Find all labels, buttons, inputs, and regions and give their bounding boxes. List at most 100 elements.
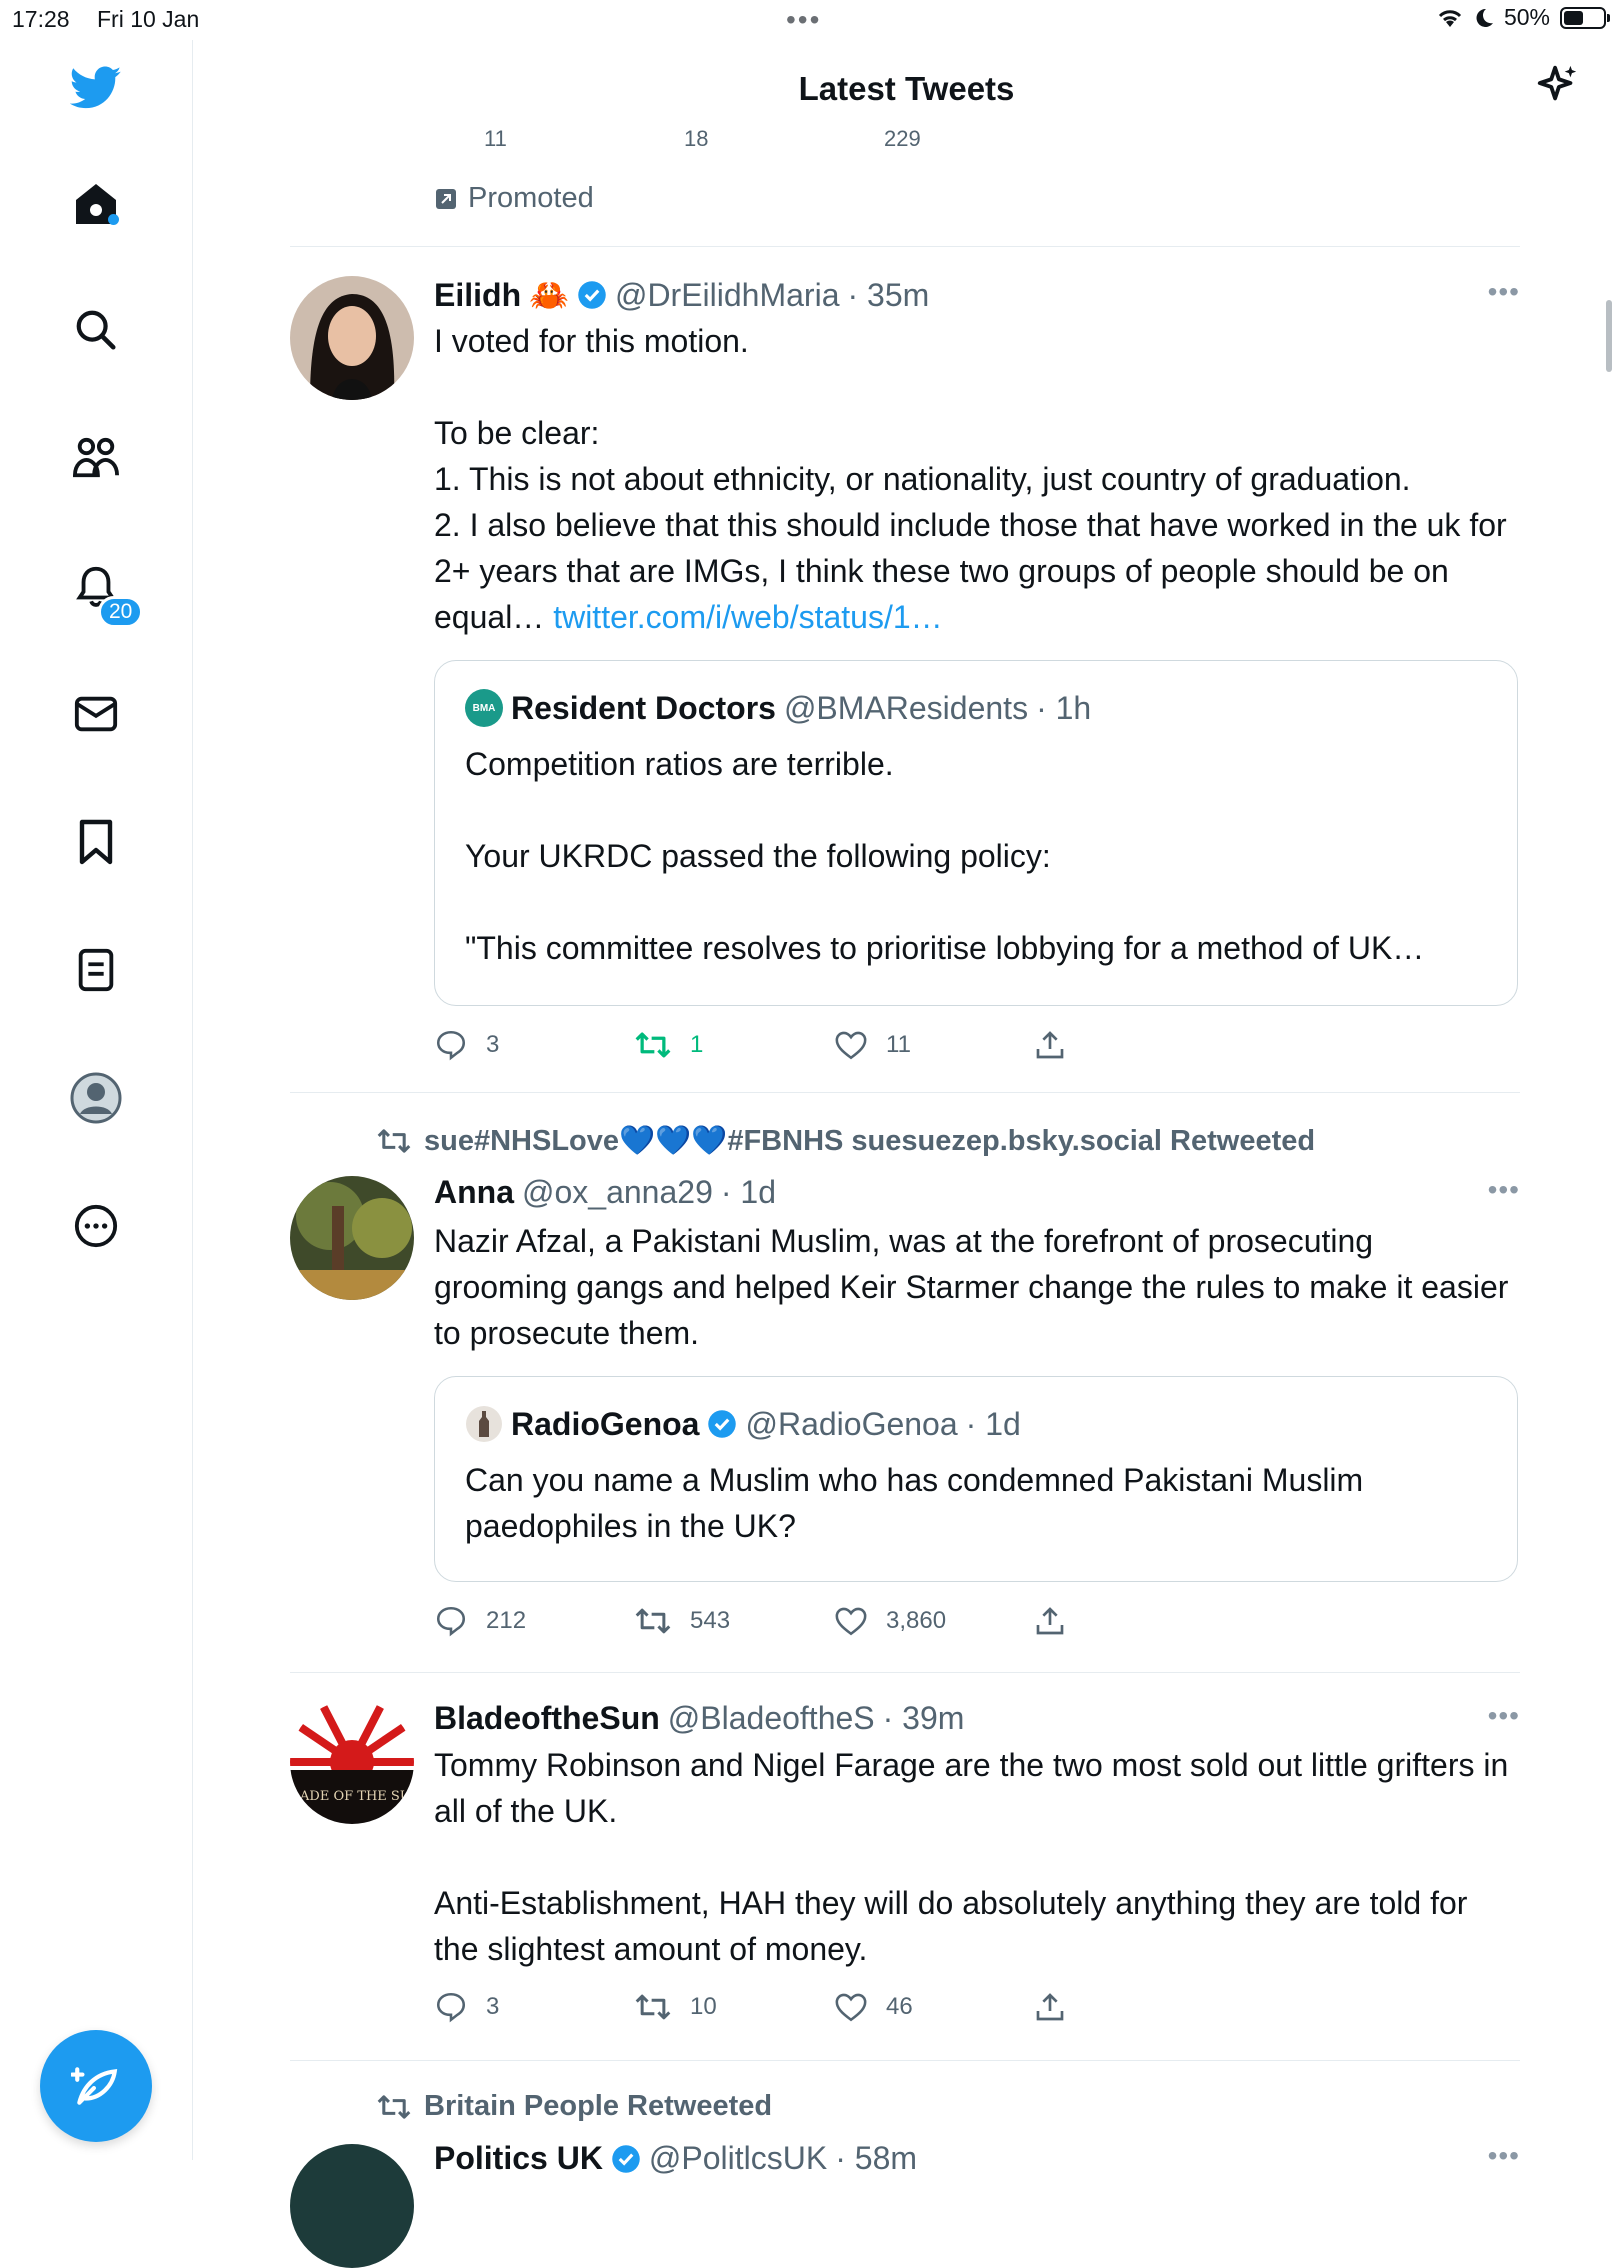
retweet-count: 543: [690, 1607, 731, 1634]
retweet-icon: [635, 1994, 671, 2020]
status-bar: 17:28 Fri 10 Jan ••• 50%: [0, 0, 1620, 40]
share-button[interactable]: [1034, 1028, 1234, 1062]
quoted-tweet[interactable]: BMA Resident Doctors @BMAResidents · 1h …: [434, 660, 1518, 1006]
avatar[interactable]: BLADE OF THE SUN: [290, 1700, 414, 1824]
reply-icon: [436, 1992, 466, 2023]
status-time: 17:28: [12, 6, 70, 32]
quote-author-name[interactable]: RadioGenoa: [511, 1406, 699, 1443]
reply-button[interactable]: 212: [434, 1604, 634, 1638]
like-count: 3,860: [886, 1607, 947, 1634]
author-handle[interactable]: @DrEilidhMaria: [615, 277, 840, 314]
notifications-badge: 20: [98, 596, 144, 628]
wifi-icon: [1438, 9, 1462, 27]
share-icon: [1036, 1993, 1064, 2021]
author-handle[interactable]: @BladeoftheS: [668, 1700, 875, 1737]
sparkle-icon[interactable]: [1534, 62, 1580, 113]
verified-icon: [708, 1410, 737, 1438]
home-icon[interactable]: [60, 168, 132, 240]
retweeted-by[interactable]: Britain People Retweeted: [376, 2090, 772, 2123]
tweet-header: Anna @ox_anna29 · 1d: [434, 1174, 776, 1211]
more-options-icon[interactable]: •••: [1488, 1700, 1520, 1732]
retweet-icon: [377, 2094, 411, 2119]
like-icon: [835, 1031, 867, 1060]
reply-count: 212: [486, 1607, 527, 1634]
avatar[interactable]: [290, 2144, 414, 2268]
tweet-text: I voted for this motion. To be clear: 1.…: [434, 318, 1514, 640]
tweet-divider: [290, 2060, 1520, 2061]
tweet-time: · 39m: [882, 1700, 965, 1736]
tweet-actions: 3 1 11: [434, 1028, 1234, 1062]
tweet-header: Politics UK @PolitlcsUK · 58m: [434, 2140, 917, 2177]
retweet-button[interactable]: 10: [634, 1990, 834, 2024]
scrollbar[interactable]: [1606, 300, 1612, 372]
retweet-button[interactable]: 543: [634, 1604, 834, 1638]
quote-author-name[interactable]: Resident Doctors: [511, 690, 776, 727]
tweet-header: Eilidh 🦀 @DrEilidhMaria · 35m: [434, 276, 929, 314]
retweet-icon: [635, 1608, 671, 1634]
moon-icon: [1476, 8, 1493, 27]
tweet-text: Tommy Robinson and Nigel Farage are the …: [434, 1747, 1509, 1967]
quote-time: · 1h: [1036, 689, 1092, 726]
tweet-divider: [290, 246, 1520, 247]
quote-author-handle[interactable]: @RadioGenoa: [745, 1406, 957, 1443]
author-name[interactable]: Politics UK: [434, 2140, 603, 2177]
share-button[interactable]: [1034, 1604, 1234, 1638]
retweet-count: 10: [690, 1993, 717, 2020]
author-name[interactable]: Eilidh: [434, 277, 521, 314]
sidebar: 20: [0, 40, 193, 2160]
reply-count: 11: [484, 126, 507, 151]
quote-time: · 1d: [965, 1405, 1021, 1442]
reply-button[interactable]: 3: [434, 1990, 634, 2024]
battery-percent: 50%: [1503, 4, 1550, 30]
compose-icon: [71, 2067, 118, 2105]
tweet-header: BladeoftheSun @BladeoftheS · 39m: [434, 1700, 964, 1737]
tweet-divider: [290, 1672, 1520, 1673]
like-count: 11: [886, 1031, 911, 1058]
more-options-icon[interactable]: •••: [1488, 276, 1520, 308]
author-handle[interactable]: @ox_anna29: [522, 1174, 713, 1211]
lists-icon[interactable]: [60, 934, 132, 1006]
tweet-link[interactable]: twitter.com/i/web/status/1…: [553, 599, 942, 635]
tweet-actions: 212 543 3,860: [434, 1604, 1234, 1638]
quote-text: Can you name a Muslim who has condemned …: [465, 1462, 1364, 1544]
like-button[interactable]: 11: [834, 1028, 1034, 1062]
verified-icon: [612, 2144, 640, 2173]
avatar[interactable]: [290, 276, 414, 400]
avatar[interactable]: [290, 1176, 414, 1300]
multitasking-dots-icon[interactable]: •••: [786, 4, 821, 36]
tweet-actions: 3 10 46: [434, 1990, 1234, 2024]
author-name[interactable]: BladeoftheSun: [434, 1700, 660, 1737]
more-options-icon[interactable]: •••: [1488, 1174, 1520, 1206]
reply-button[interactable]: 3: [434, 1028, 634, 1062]
retweeted-by[interactable]: sue#NHSLove💙💙💙#FBNHS suesuezep.bsky.soci…: [376, 1124, 1315, 1158]
profile-icon[interactable]: [60, 1062, 132, 1134]
share-icon: [1036, 1607, 1064, 1635]
promoted-text: Promoted: [468, 182, 594, 214]
compose-tweet-button[interactable]: [40, 2030, 152, 2142]
battery-icon: [1560, 6, 1610, 29]
status-date: Fri 10 Jan: [97, 6, 200, 32]
reply-icon: [436, 1030, 466, 1061]
communities-icon[interactable]: [60, 422, 132, 494]
retweet-button[interactable]: 1: [634, 1028, 834, 1062]
like-button[interactable]: 46: [834, 1990, 1034, 2024]
quote-author-handle[interactable]: @BMAResidents: [784, 690, 1028, 727]
share-button[interactable]: [1034, 1990, 1234, 2024]
like-button[interactable]: 3,860: [834, 1604, 1034, 1638]
search-icon[interactable]: [60, 294, 132, 366]
author-name[interactable]: Anna: [434, 1174, 514, 1211]
more-options-icon[interactable]: •••: [1488, 2140, 1520, 2172]
tweet-time: · 58m: [835, 2140, 918, 2176]
bookmarks-icon[interactable]: [60, 806, 132, 878]
retweet-count: 1: [690, 1031, 704, 1058]
quoted-tweet[interactable]: RadioGenoa @RadioGenoa · 1d Can you name…: [434, 1376, 1518, 1582]
reply-icon: [436, 1606, 466, 1637]
more-icon[interactable]: [60, 1190, 132, 1262]
messages-icon[interactable]: [60, 678, 132, 750]
home-unread-dot: [108, 214, 119, 225]
author-handle[interactable]: @PolitlcsUK: [649, 2140, 827, 2177]
retweeted-by-text: sue#NHSLove💙💙💙#FBNHS suesuezep.bsky.soci…: [424, 1125, 1316, 1157]
twitter-bird-icon[interactable]: [60, 52, 132, 124]
timeline-header: Latest Tweets: [193, 40, 1620, 140]
previous-tweet-actions: 11 18 229: [434, 126, 1034, 152]
